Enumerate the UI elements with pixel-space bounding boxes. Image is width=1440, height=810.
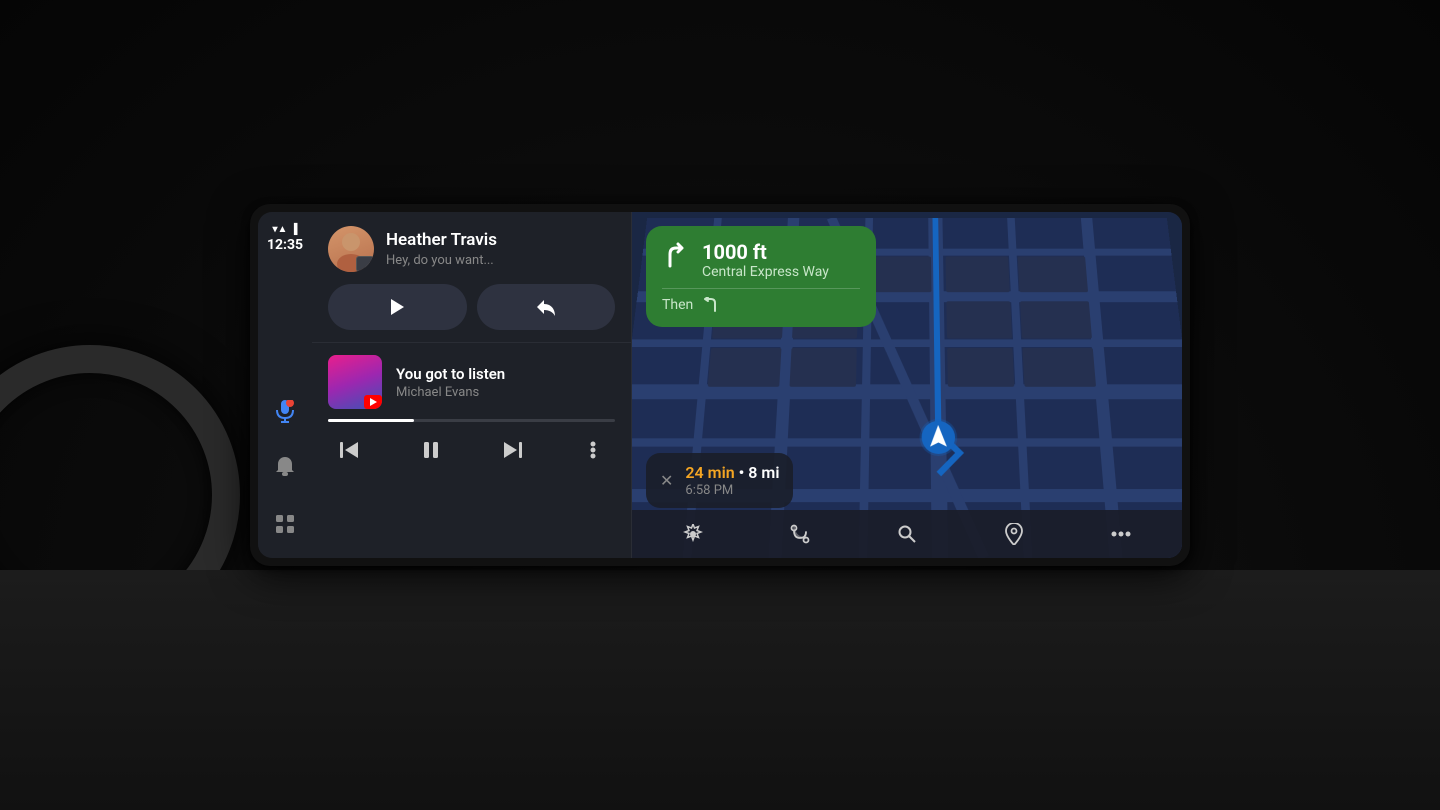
nav-distance-info: 1000 ft Central Express Way xyxy=(702,240,829,280)
eta-distance: 8 mi xyxy=(748,463,779,482)
grid-menu-icon[interactable] xyxy=(263,502,307,546)
contact-name: Heather Travis xyxy=(386,230,615,250)
dashboard-surface xyxy=(0,570,1440,810)
overflow-menu-button[interactable] xyxy=(1102,515,1140,553)
message-text: Heather Travis Hey, do you want... xyxy=(386,230,615,267)
battery-icon: ▐ xyxy=(290,224,297,235)
wifi-icon: ▾▲ xyxy=(272,224,287,235)
previous-track-button[interactable] xyxy=(332,432,368,468)
then-label: Then xyxy=(662,297,693,313)
artist-name: Michael Evans xyxy=(396,385,615,400)
message-preview: Hey, do you want... xyxy=(386,253,615,268)
screen-container: ▾▲ ▐ 12:35 xyxy=(250,204,1190,566)
avatar xyxy=(328,226,374,272)
music-text: You got to listen Michael Evans xyxy=(396,365,615,400)
eta-separator: • xyxy=(739,463,749,482)
status-bar: ▾▲ ▐ 12:35 xyxy=(267,224,303,253)
screen-bezel: ▾▲ ▐ 12:35 xyxy=(250,204,1190,566)
left-panel: Heather Travis Hey, do you want... xyxy=(312,212,632,558)
route-options-button[interactable] xyxy=(781,515,819,553)
map-toolbar xyxy=(632,510,1182,558)
next-track-button[interactable] xyxy=(494,432,530,468)
pause-button[interactable] xyxy=(413,432,449,468)
notification-bell-icon[interactable] xyxy=(263,446,307,490)
navigation-card: 1000 ft Central Express Way Then xyxy=(646,226,876,327)
sidebar: ▾▲ ▐ 12:35 xyxy=(258,212,312,558)
close-eta-button[interactable]: ✕ xyxy=(660,471,673,490)
map-panel: 1000 ft Central Express Way Then ✕ xyxy=(632,212,1182,558)
pin-location-button[interactable] xyxy=(995,515,1033,553)
nav-distance: 1000 ft xyxy=(702,240,829,264)
message-card: Heather Travis Hey, do you want... xyxy=(312,212,631,343)
album-art xyxy=(328,355,382,409)
eta-arrival: 6:58 PM xyxy=(685,483,779,498)
turn-arrow-icon xyxy=(662,242,692,279)
eta-info: 24 min • 8 mi 6:58 PM xyxy=(685,463,779,498)
message-header: Heather Travis Hey, do you want... xyxy=(328,226,615,272)
progress-fill xyxy=(328,419,414,422)
microphone-icon[interactable] xyxy=(263,390,307,434)
more-options-button[interactable] xyxy=(575,432,611,468)
android-auto-screen: ▾▲ ▐ 12:35 xyxy=(258,212,1182,558)
progress-bar[interactable] xyxy=(328,419,615,422)
message-actions xyxy=(328,284,615,330)
eta-card: ✕ 24 min • 8 mi 6:58 PM xyxy=(646,453,793,508)
search-map-button[interactable] xyxy=(888,515,926,553)
clock: 12:35 xyxy=(267,237,303,253)
nav-top: 1000 ft Central Express Way xyxy=(662,240,860,280)
reply-message-button[interactable] xyxy=(477,284,616,330)
nav-divider xyxy=(662,288,860,289)
map-settings-button[interactable] xyxy=(674,515,712,553)
nav-street: Central Express Way xyxy=(702,264,829,280)
song-title: You got to listen xyxy=(396,365,615,383)
music-controls xyxy=(328,432,615,468)
music-card: You got to listen Michael Evans xyxy=(312,343,631,558)
eta-time: 24 min • 8 mi xyxy=(685,463,779,482)
nav-then-row: Then xyxy=(662,297,860,313)
eta-duration: 24 min xyxy=(685,463,734,482)
music-info: You got to listen Michael Evans xyxy=(328,355,615,409)
youtube-badge xyxy=(364,395,382,409)
play-message-button[interactable] xyxy=(328,284,467,330)
